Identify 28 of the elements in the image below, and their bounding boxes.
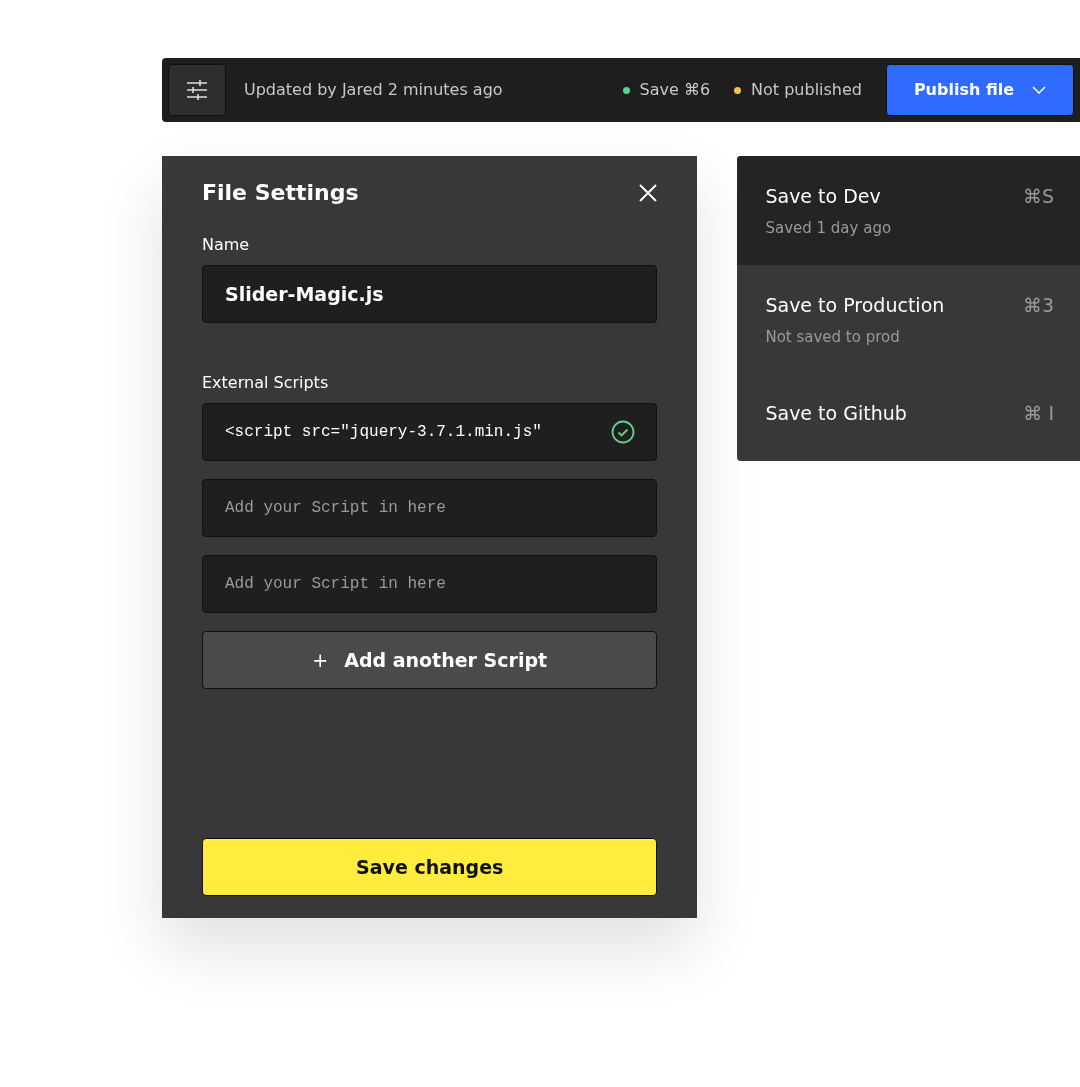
- name-label: Name: [202, 234, 251, 256]
- chevron-down-icon: [1032, 86, 1047, 94]
- add-script-button[interactable]: + Add another Script: [202, 631, 658, 689]
- external-scripts-label: External Scripts: [202, 372, 330, 394]
- menu-item-label: Save to Github: [765, 400, 907, 426]
- script-field[interactable]: Add your Script in here: [202, 479, 658, 537]
- menu-item-label: Save to Dev: [765, 184, 882, 209]
- shortcut-text: ⌘ I: [1023, 400, 1054, 426]
- shortcut-text: ⌘3: [1022, 293, 1054, 318]
- script-field[interactable]: <script src="jquery-3.7.1.min.js": [202, 403, 658, 461]
- save-changes-button[interactable]: Save changes: [202, 838, 658, 896]
- settings-button[interactable]: [168, 64, 226, 116]
- name-field[interactable]: Slider-Magic.js: [202, 265, 658, 323]
- publish-button[interactable]: Publish file: [886, 64, 1074, 116]
- close-icon[interactable]: [639, 183, 658, 202]
- menu-item-note: Not saved to prod: [765, 326, 901, 348]
- shortcut-text: ⌘S: [1022, 184, 1054, 209]
- menu-item-label: Save to Production: [765, 293, 945, 318]
- panel-title: File Settings: [202, 179, 359, 207]
- menu-item[interactable]: Save to Production Not saved to prod ⌘3: [737, 265, 1080, 377]
- status-text: Save ⌘6: [639, 79, 711, 101]
- menu-item[interactable]: Save to Dev Saved 1 day ago ⌘S: [737, 156, 1080, 265]
- sliders-icon: [186, 80, 208, 100]
- update-status-text: Updated by Jared 2 minutes ago: [244, 79, 503, 101]
- menu-item[interactable]: Save to Github ⌘ I: [737, 377, 1080, 461]
- menu-item-note: Saved 1 day ago: [765, 217, 892, 239]
- script-field[interactable]: Add your Script in here: [202, 555, 658, 613]
- status-text: Not published: [751, 79, 862, 101]
